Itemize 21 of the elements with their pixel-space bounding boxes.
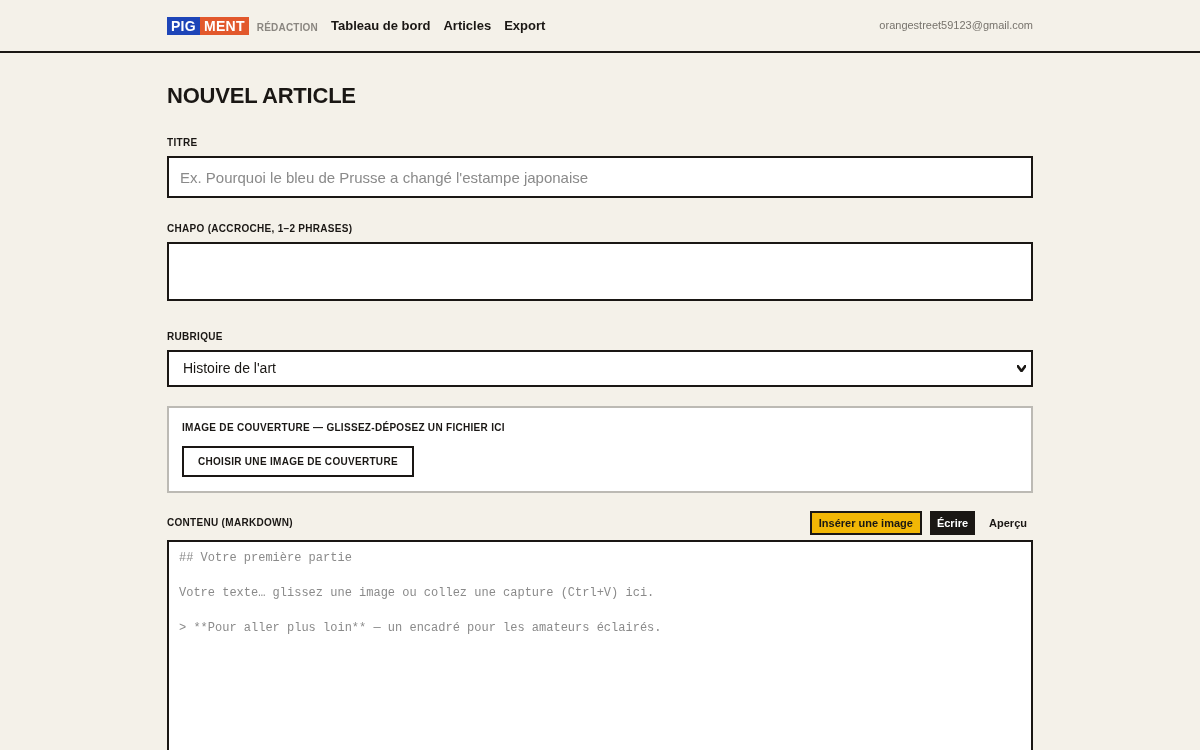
title-input[interactable]: Ex. Pourquoi le bleu de Prusse a changé l'estampe japonaise <box>167 156 1033 198</box>
cover-dropzone[interactable]: IMAGE DE COUVERTURE — GLISSEZ-DÉPOSEZ UN FICHIER ICI CHOISIR UNE IMAGE DE COUVERTURE <box>167 406 1033 493</box>
nav-link[interactable]: Export <box>504 15 546 36</box>
insert-image-button[interactable]: Insérer une image <box>809 511 922 535</box>
field-label: TITRE <box>167 137 199 149</box>
nav-link[interactable]: Articles <box>443 15 492 36</box>
editor-tab[interactable]: Aperçu <box>983 511 1033 535</box>
field-label: CHAPO (ACCROCHE, 1–2 PHRASES) <box>167 223 354 235</box>
chevron-down-icon <box>1017 365 1026 372</box>
dropzone-label: IMAGE DE COUVERTURE — GLISSEZ-DÉPOSEZ UN FICHIER ICI <box>182 422 506 434</box>
category-select[interactable]: Histoire de l'art <box>167 350 1033 387</box>
user-email: orangestreet59123@gmail.com <box>879 18 1033 34</box>
page-title: NOUVEL ARTICLE <box>167 83 357 109</box>
editor-tab[interactable]: Écrire <box>929 511 976 535</box>
field-label: CONTENU (MARKDOWN) <box>167 517 293 529</box>
content-textarea[interactable]: ## Votre première partie Votre texte… glissez une image ou collez une capture (Ctrl+V) ici. > **Pour aller plus loin** — un encadré pour les amateurs éclairés. <box>167 540 1033 750</box>
nav-link[interactable]: Tableau de bord <box>331 15 431 36</box>
standfirst-textarea[interactable] <box>167 242 1033 301</box>
field-label: RUBRIQUE <box>167 331 224 343</box>
choose-cover-button[interactable]: CHOISIR UNE IMAGE DE COUVERTURE <box>182 446 414 477</box>
section-label: RÉDACTION <box>256 20 318 35</box>
